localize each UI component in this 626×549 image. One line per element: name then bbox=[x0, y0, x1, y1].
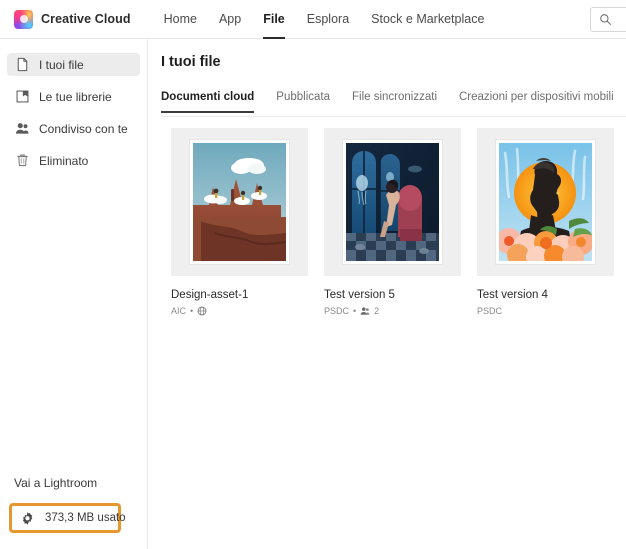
document-icon bbox=[17, 57, 28, 72]
tab-creazioni-dispositivi-mobili[interactable]: Creazioni per dispositivi mobili bbox=[459, 91, 614, 112]
tab-file-sincronizzati[interactable]: File sincronizzati bbox=[352, 91, 437, 112]
people-icon bbox=[360, 307, 370, 315]
gear-icon bbox=[22, 511, 33, 525]
sidebar-item-label: Condiviso con te bbox=[39, 121, 128, 136]
tab-documenti-cloud[interactable]: Documenti cloud bbox=[161, 91, 255, 113]
sidebar-item-le-tue-librerie[interactable]: Le tue librerie bbox=[7, 85, 140, 108]
storage-usage-button[interactable]: 373,3 MB usato bbox=[9, 503, 126, 533]
underwater-room-artwork-icon bbox=[346, 143, 439, 261]
file-meta: PSDC • 2 bbox=[324, 306, 461, 316]
top-navigation-bar: Creative Cloud Home App File Esplora Sto… bbox=[0, 0, 626, 39]
page-title: I tuoi file bbox=[161, 54, 221, 70]
creative-cloud-logo-icon bbox=[14, 9, 33, 29]
desert-canyon-artwork-icon bbox=[193, 143, 286, 261]
nav-item-esplora[interactable]: Esplora bbox=[296, 0, 360, 39]
file-name: Design-asset-1 bbox=[171, 289, 249, 301]
tab-bar: Documenti cloud Pubblicata File sincroni… bbox=[161, 91, 626, 117]
file-format: AIC bbox=[171, 306, 187, 316]
nav-links: Home App File Esplora Stock e Marketplac… bbox=[153, 0, 496, 39]
meta-separator: • bbox=[353, 306, 357, 316]
nav-item-stock-marketplace[interactable]: Stock e Marketplace bbox=[360, 0, 495, 39]
file-name: Test version 5 bbox=[324, 289, 395, 301]
file-card[interactable]: Test version 4 PSDC bbox=[477, 128, 614, 316]
sidebar-item-i-tuoi-file[interactable]: I tuoi file bbox=[7, 53, 140, 76]
file-format: PSDC bbox=[477, 306, 503, 316]
sidebar-item-condiviso-con-te[interactable]: Condiviso con te bbox=[7, 117, 140, 140]
file-meta: PSDC bbox=[477, 306, 614, 316]
search-icon bbox=[600, 14, 611, 25]
bust-sun-flowers-artwork-icon bbox=[499, 143, 592, 261]
main-content: I tuoi file Documenti cloud Pubblicata F… bbox=[149, 39, 626, 549]
library-icon bbox=[16, 90, 29, 103]
file-format: PSDC bbox=[324, 306, 350, 316]
sidebar-item-eliminato[interactable]: Eliminato bbox=[7, 149, 140, 172]
storage-usage-label: 373,3 MB usato bbox=[45, 512, 126, 524]
sidebar-item-label: Eliminato bbox=[39, 153, 89, 168]
tab-pubblicata[interactable]: Pubblicata bbox=[276, 91, 330, 112]
file-grid: Design-asset-1 AIC • Test version 5 PSDC… bbox=[171, 128, 614, 316]
file-card[interactable]: Design-asset-1 AIC • bbox=[171, 128, 308, 316]
nav-item-home[interactable]: Home bbox=[153, 0, 208, 39]
people-icon bbox=[15, 123, 29, 134]
file-name: Test version 4 bbox=[477, 289, 548, 301]
nav-item-file[interactable]: File bbox=[252, 0, 296, 39]
file-thumbnail[interactable] bbox=[477, 128, 614, 276]
sidebar: I tuoi file Le tue librerie Condiviso co… bbox=[0, 39, 148, 549]
meta-separator: • bbox=[190, 306, 194, 316]
globe-icon bbox=[197, 306, 207, 316]
sidebar-item-label: I tuoi file bbox=[39, 57, 84, 72]
brand[interactable]: Creative Cloud bbox=[14, 9, 131, 29]
brand-label: Creative Cloud bbox=[41, 12, 131, 26]
file-meta: AIC • bbox=[171, 306, 308, 316]
search-input[interactable] bbox=[590, 7, 626, 32]
file-card[interactable]: Test version 5 PSDC • 2 bbox=[324, 128, 461, 316]
trash-icon bbox=[17, 154, 28, 167]
creative-cloud-window: Creative Cloud Home App File Esplora Sto… bbox=[0, 0, 626, 549]
sidebar-item-label: Le tue librerie bbox=[39, 89, 112, 104]
shared-count: 2 bbox=[374, 306, 380, 316]
file-thumbnail[interactable] bbox=[324, 128, 461, 276]
file-thumbnail[interactable] bbox=[171, 128, 308, 276]
nav-item-app[interactable]: App bbox=[208, 0, 252, 39]
lightroom-link[interactable]: Vai a Lightroom bbox=[14, 476, 97, 490]
